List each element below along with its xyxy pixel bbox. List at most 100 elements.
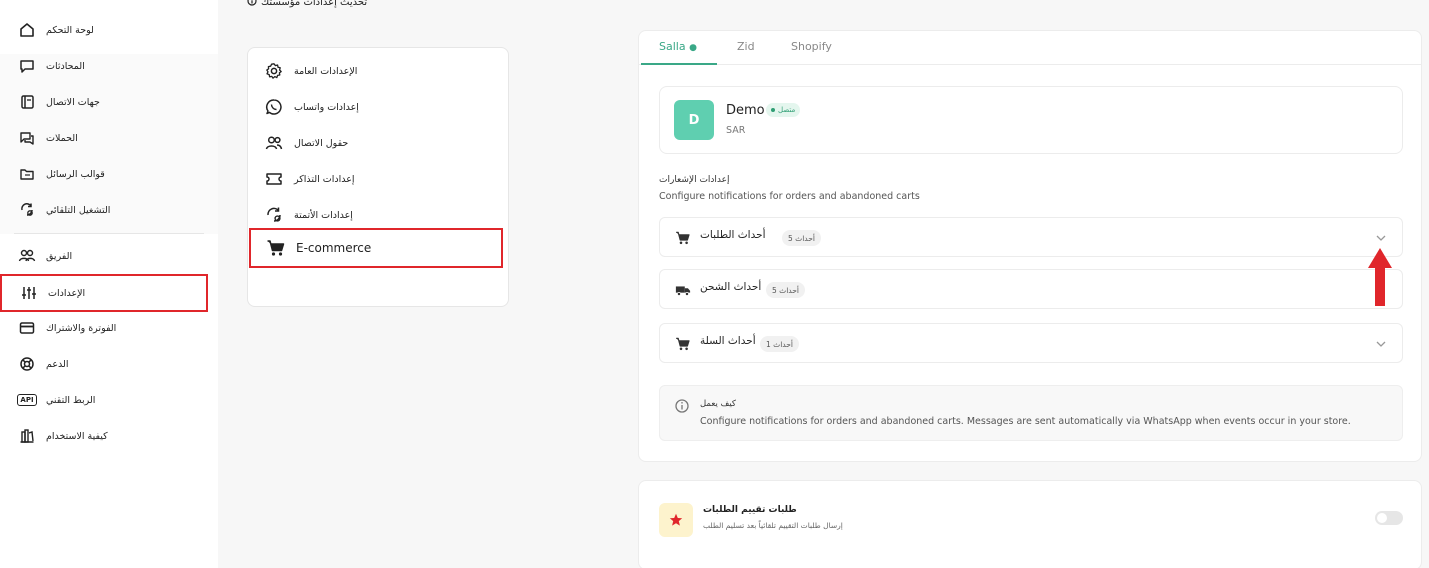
contacts-icon: [18, 93, 36, 111]
users-icon: [264, 133, 284, 153]
info-icon: [247, 0, 257, 9]
accordion-order-events[interactable]: أحداث الطلبات 5 أحداث: [659, 217, 1403, 257]
page-subtitle: تحديث إعدادات مؤسستك: [247, 0, 367, 9]
accordion-shipping-events[interactable]: أحداث الشحن 5 أحداث: [659, 269, 1403, 309]
menu-item-label: إعدادات الأتمتة: [294, 209, 353, 221]
support-icon: [18, 355, 36, 373]
review-title: طلبات تقييم الطلبات: [703, 505, 797, 515]
cart-icon: [266, 238, 286, 258]
cart-icon: [674, 335, 692, 353]
cart-icon: [674, 229, 692, 247]
automation-icon: [18, 201, 36, 219]
sidebar-item-guide[interactable]: كيفية الاستخدام: [0, 419, 218, 453]
settings-menu: الإعدادات العامة إعدادات واتساب حقول الا…: [247, 47, 509, 307]
sidebar-item-label: المحادثات: [46, 60, 85, 72]
menu-item-ecommerce[interactable]: E-commerce: [249, 228, 503, 268]
section-title: إعدادات الإشعارات: [659, 175, 730, 185]
menu-item-automation[interactable]: إعدادات الأتمتة: [264, 200, 353, 230]
menu-item-label: الإعدادات العامة: [294, 65, 358, 77]
guide-icon: [18, 427, 36, 445]
sidebar-item-label: الفريق: [46, 250, 73, 262]
status-badge: متصل: [766, 103, 801, 117]
status-badge-label: متصل: [778, 106, 796, 114]
api-icon: API: [17, 391, 37, 409]
star-icon: [659, 503, 693, 537]
sidebar-item-conversations[interactable]: المحادثات: [0, 49, 218, 83]
count-badge: 5 أحداث: [782, 230, 821, 246]
sidebar-item-automation[interactable]: التشغيل التلقائي: [0, 193, 218, 227]
menu-item-tickets[interactable]: إعدادات التذاكر: [264, 164, 355, 194]
check-icon: ●: [689, 43, 697, 53]
review-subtitle: إرسال طلبات التقييم تلقائياً بعد تسليم ا…: [703, 521, 843, 530]
how-it-works-box: كيف يعمل Configure notifications for ord…: [659, 385, 1403, 441]
menu-item-label: E-commerce: [296, 241, 372, 255]
tab-zid[interactable]: Zid: [737, 40, 755, 53]
sidebar-item-label: كيفية الاستخدام: [46, 430, 108, 442]
sidebar-item-support[interactable]: الدعم: [0, 347, 218, 381]
sidebar-item-billing[interactable]: الفوترة والاشتراك: [0, 311, 218, 345]
sidebar-item-label: الإعدادات: [48, 287, 86, 299]
menu-item-contact-fields[interactable]: حقول الاتصال: [264, 128, 348, 158]
store-currency: SAR: [726, 125, 746, 136]
tab-label: Salla: [659, 40, 686, 53]
api-badge: API: [17, 394, 37, 406]
info-title: كيف يعمل: [700, 399, 736, 409]
sidebar-item-team[interactable]: الفريق: [0, 239, 218, 273]
sidebar-item-api[interactable]: API الربط التقني: [0, 383, 218, 417]
info-text: Configure notifications for orders and a…: [700, 416, 1351, 427]
sidebar-item-settings[interactable]: الإعدادات: [0, 274, 208, 312]
menu-item-general[interactable]: الإعدادات العامة: [264, 56, 357, 86]
status-dot-icon: [771, 108, 775, 112]
page-subtitle-text: تحديث إعدادات مؤسستك: [261, 0, 368, 8]
active-tab-indicator: [641, 63, 717, 65]
sidebar-item-contacts[interactable]: جهات الاتصال: [0, 85, 218, 119]
sidebar-item-label: الدعم: [46, 358, 69, 370]
sidebar-item-dashboard[interactable]: لوحة التحكم: [0, 13, 218, 47]
tab-shopify[interactable]: Shopify: [791, 40, 832, 53]
accordion-title: أحداث الشحن: [700, 281, 762, 293]
sidebar: لوحة التحكم المحادثات جهات الاتصال الحمل…: [0, 0, 218, 568]
toggle-knob: [1377, 513, 1387, 523]
avatar: D: [674, 100, 714, 140]
sidebar-item-label: لوحة التحكم: [46, 24, 94, 36]
review-requests-card: طلبات تقييم الطلبات إرسال طلبات التقييم …: [638, 480, 1422, 568]
sidebar-divider: [14, 233, 204, 234]
accordion-title: أحداث السلة: [700, 335, 756, 347]
sidebar-item-label: قوالب الرسائل: [46, 168, 105, 180]
store-card: D Demo متصل SAR: [659, 86, 1403, 154]
home-icon: [18, 21, 36, 39]
tab-salla[interactable]: Salla ●: [659, 40, 697, 53]
count-badge: 1 أحداث: [760, 336, 799, 352]
whatsapp-icon: [264, 97, 284, 117]
campaigns-icon: [18, 129, 36, 147]
sidebar-item-label: الفوترة والاشتراك: [46, 322, 117, 334]
section-subtitle: Configure notifications for orders and a…: [659, 191, 920, 202]
sidebar-item-campaigns[interactable]: الحملات: [0, 121, 218, 155]
chevron-down-icon: [1376, 341, 1386, 347]
billing-icon: [18, 319, 36, 337]
ecommerce-panel: Salla ● Zid Shopify D Demo متصل SAR إعدا…: [638, 30, 1422, 462]
menu-item-label: حقول الاتصال: [294, 137, 349, 149]
chat-icon: [18, 57, 36, 75]
menu-item-label: إعدادات واتساب: [294, 101, 359, 113]
menu-item-label: إعدادات التذاكر: [294, 173, 355, 185]
sidebar-item-label: الربط التقني: [46, 394, 96, 406]
store-name: Demo: [726, 103, 765, 118]
team-icon: [18, 247, 36, 265]
arrow-up-icon: [1368, 248, 1392, 306]
menu-item-whatsapp[interactable]: إعدادات واتساب: [264, 92, 359, 122]
gear-icon: [264, 61, 284, 81]
review-toggle[interactable]: [1375, 511, 1403, 525]
ticket-icon: [264, 169, 284, 189]
sidebar-item-templates[interactable]: قوالب الرسائل: [0, 157, 218, 191]
sidebar-item-label: التشغيل التلقائي: [46, 204, 111, 216]
automation-icon: [264, 205, 284, 225]
sidebar-item-label: جهات الاتصال: [46, 96, 100, 108]
settings-sliders-icon: [20, 284, 38, 302]
truck-icon: [674, 281, 692, 299]
accordion-cart-events[interactable]: أحداث السلة 1 أحداث: [659, 323, 1403, 363]
sidebar-item-label: الحملات: [46, 132, 78, 144]
templates-icon: [18, 165, 36, 183]
count-badge: 5 أحداث: [766, 282, 805, 298]
platform-tabs: Salla ● Zid Shopify: [639, 31, 1421, 65]
